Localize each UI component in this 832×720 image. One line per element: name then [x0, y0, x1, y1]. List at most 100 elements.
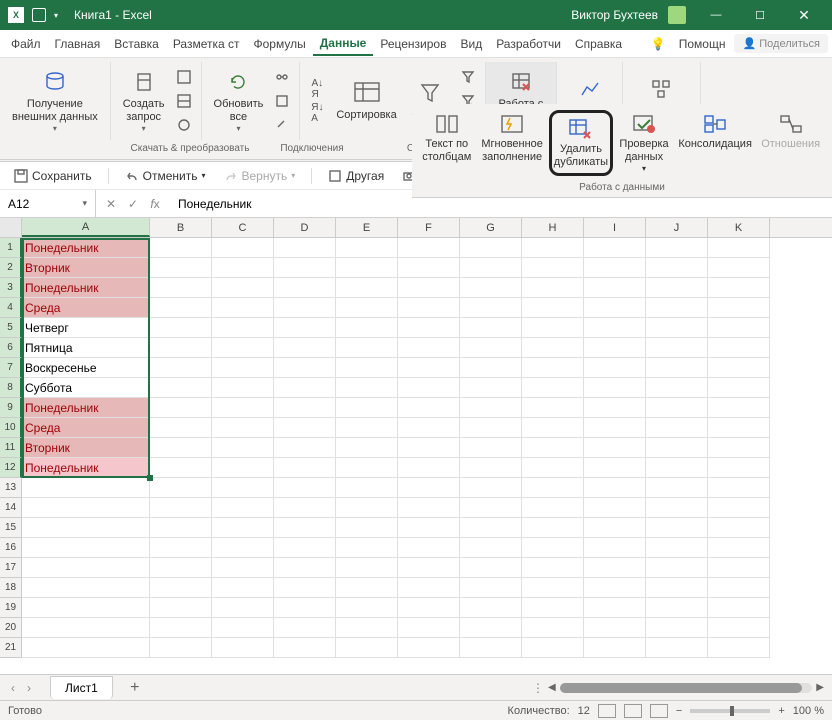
- fill-handle[interactable]: [147, 475, 153, 481]
- cell[interactable]: [708, 378, 770, 398]
- cell[interactable]: [398, 418, 460, 438]
- cell[interactable]: [336, 278, 398, 298]
- zoom-out-button[interactable]: −: [676, 705, 682, 717]
- cell[interactable]: [336, 538, 398, 558]
- cell[interactable]: [584, 378, 646, 398]
- cell[interactable]: [150, 238, 212, 258]
- cell[interactable]: Понедельник: [22, 238, 150, 258]
- cell[interactable]: [646, 338, 708, 358]
- cell[interactable]: [522, 638, 584, 658]
- cell[interactable]: [274, 278, 336, 298]
- cell[interactable]: [708, 438, 770, 458]
- cell[interactable]: [22, 578, 150, 598]
- cell[interactable]: [584, 398, 646, 418]
- cell[interactable]: [150, 518, 212, 538]
- cell[interactable]: [150, 618, 212, 638]
- cell[interactable]: [522, 518, 584, 538]
- column-header[interactable]: F: [398, 218, 460, 237]
- cell[interactable]: [274, 478, 336, 498]
- cell[interactable]: [522, 558, 584, 578]
- cell[interactable]: [150, 418, 212, 438]
- cell[interactable]: [398, 558, 460, 578]
- cell[interactable]: [398, 298, 460, 318]
- select-all-corner[interactable]: [0, 218, 22, 237]
- cell[interactable]: Четверг: [22, 318, 150, 338]
- row-header[interactable]: 1: [0, 238, 22, 258]
- cell[interactable]: [584, 458, 646, 478]
- menu-item-разработчи[interactable]: Разработчи: [489, 33, 568, 55]
- column-header[interactable]: C: [212, 218, 274, 237]
- cell[interactable]: [708, 498, 770, 518]
- cell[interactable]: [22, 618, 150, 638]
- cell[interactable]: [708, 398, 770, 418]
- avatar[interactable]: [668, 6, 686, 24]
- cell[interactable]: [460, 518, 522, 538]
- cell[interactable]: [150, 478, 212, 498]
- menu-item-рецензиров[interactable]: Рецензиров: [373, 33, 453, 55]
- properties-button[interactable]: [271, 90, 293, 112]
- cell[interactable]: [212, 438, 274, 458]
- cell[interactable]: [150, 598, 212, 618]
- recent-sources-button[interactable]: [173, 114, 195, 136]
- cell[interactable]: [708, 238, 770, 258]
- cell[interactable]: [212, 638, 274, 658]
- cell[interactable]: [150, 498, 212, 518]
- cell[interactable]: [646, 478, 708, 498]
- cell[interactable]: [708, 518, 770, 538]
- cell[interactable]: Среда: [22, 418, 150, 438]
- qat-save-button[interactable]: Сохранить: [8, 167, 98, 185]
- cell[interactable]: [398, 578, 460, 598]
- spreadsheet-grid[interactable]: ABCDEFGHIJK 1Понедельник2Вторник3Понедел…: [0, 218, 832, 664]
- cell[interactable]: [212, 458, 274, 478]
- cell[interactable]: [584, 318, 646, 338]
- cell[interactable]: [584, 578, 646, 598]
- cell[interactable]: [584, 598, 646, 618]
- cell[interactable]: [212, 238, 274, 258]
- cell[interactable]: [274, 558, 336, 578]
- row-header[interactable]: 12: [0, 458, 22, 478]
- refresh-all-button[interactable]: Обновить все ▾: [208, 66, 270, 136]
- cell[interactable]: [274, 258, 336, 278]
- cell[interactable]: [398, 498, 460, 518]
- cell[interactable]: [150, 278, 212, 298]
- cell[interactable]: [522, 438, 584, 458]
- row-header[interactable]: 16: [0, 538, 22, 558]
- column-header[interactable]: J: [646, 218, 708, 237]
- cell[interactable]: [646, 638, 708, 658]
- cell[interactable]: [646, 498, 708, 518]
- sort-button[interactable]: Сортировка: [330, 77, 402, 124]
- qat-undo-button[interactable]: Отменить ▾: [119, 167, 212, 185]
- row-header[interactable]: 5: [0, 318, 22, 338]
- cell[interactable]: [336, 638, 398, 658]
- row-header[interactable]: 7: [0, 358, 22, 378]
- minimize-button[interactable]: —: [696, 0, 736, 30]
- cell[interactable]: [460, 318, 522, 338]
- cell[interactable]: [274, 518, 336, 538]
- cell[interactable]: [460, 538, 522, 558]
- cell[interactable]: [274, 618, 336, 638]
- save-icon[interactable]: [32, 8, 46, 22]
- flash-fill-button[interactable]: Мгновенное заполнение: [478, 110, 547, 166]
- row-header[interactable]: 13: [0, 478, 22, 498]
- sheet-prev-button[interactable]: ‹: [6, 681, 20, 695]
- cell[interactable]: [274, 378, 336, 398]
- qat-other-button[interactable]: Другая: [322, 167, 390, 185]
- cell[interactable]: [398, 538, 460, 558]
- cell[interactable]: [336, 518, 398, 538]
- cell[interactable]: [336, 358, 398, 378]
- cell[interactable]: [708, 358, 770, 378]
- sort-za-button[interactable]: Я↓A: [306, 102, 328, 124]
- cell[interactable]: [22, 598, 150, 618]
- cell[interactable]: [398, 478, 460, 498]
- cell[interactable]: [398, 338, 460, 358]
- cell[interactable]: [336, 378, 398, 398]
- cell[interactable]: [646, 418, 708, 438]
- lightbulb-icon[interactable]: 💡: [647, 37, 670, 51]
- cell[interactable]: [150, 438, 212, 458]
- data-validation-button[interactable]: Проверка данных ▾: [615, 110, 673, 176]
- consolidate-button[interactable]: Консолидация: [675, 110, 755, 153]
- cell[interactable]: [212, 318, 274, 338]
- cell[interactable]: [336, 498, 398, 518]
- cell[interactable]: [150, 298, 212, 318]
- cell[interactable]: [336, 338, 398, 358]
